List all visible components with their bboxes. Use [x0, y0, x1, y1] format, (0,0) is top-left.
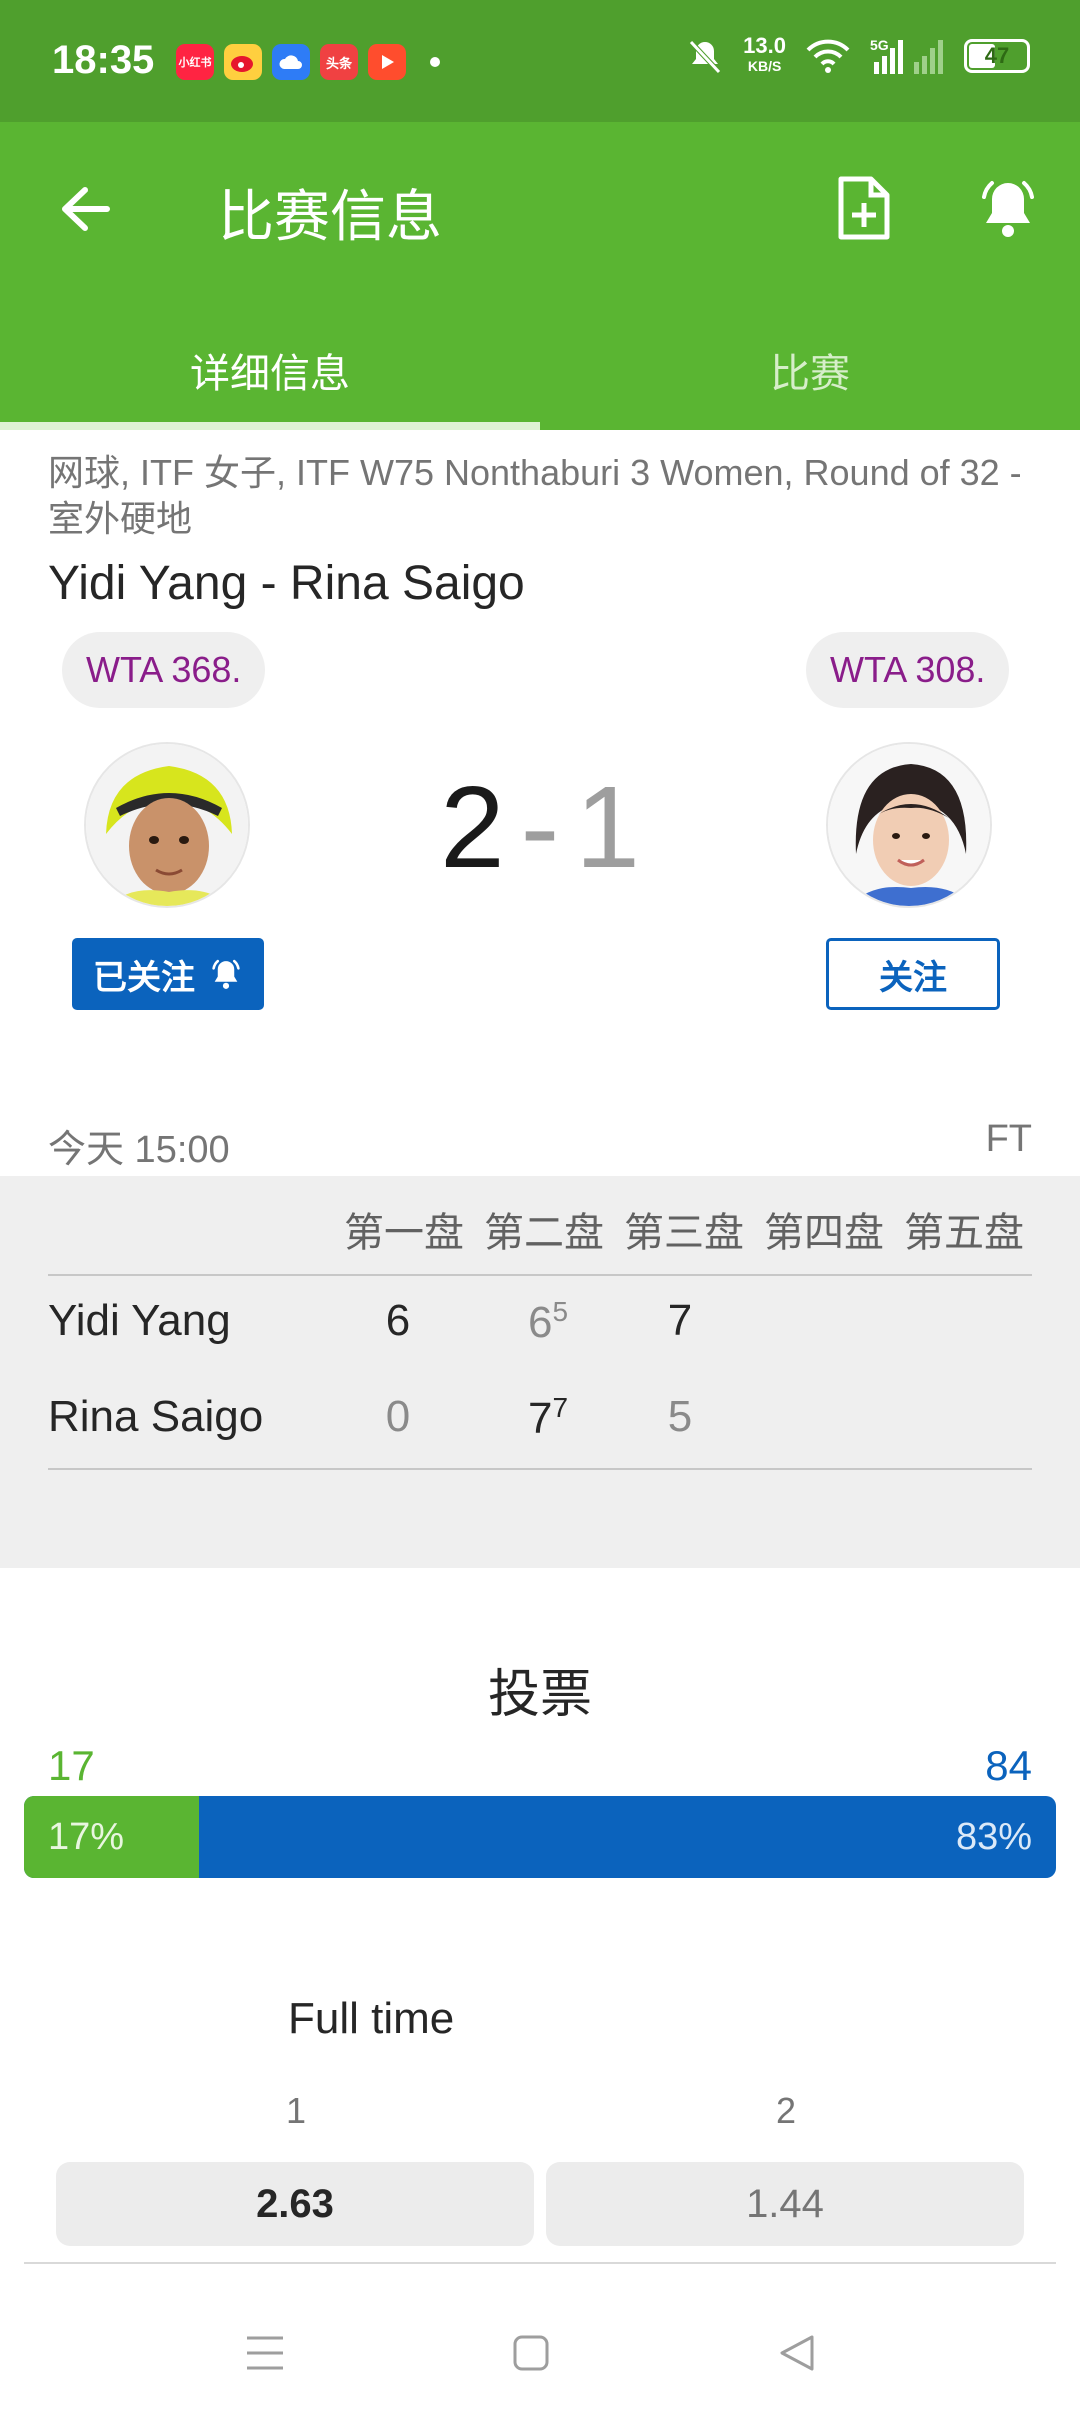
vote-count-player2: 84 [985, 1742, 1032, 1789]
player2-avatar[interactable] [826, 742, 992, 908]
file-add-icon [838, 176, 890, 240]
wifi-icon [806, 39, 850, 73]
mute-icon [689, 40, 721, 74]
vote-bar[interactable]: 17% 83% [24, 1796, 1056, 1878]
xiaohongshu-icon: 小红书 [176, 44, 214, 80]
bell-ring-icon [982, 181, 1034, 237]
score-home: 2 [440, 762, 505, 892]
player2-rank[interactable]: WTA 308. [806, 632, 1010, 708]
tab-match[interactable]: 比赛 [540, 312, 1080, 428]
match-score: 2-1 [380, 760, 700, 894]
p1-set2: 65 [527, 1296, 569, 1347]
odds-label-home: 1 [285, 2090, 307, 2131]
system-icons: 13.0 KB/S 5G 47 [685, 33, 1030, 76]
app-bar: 比赛信息 详细信息 比赛 [0, 122, 1080, 430]
back-nav-button[interactable] [762, 2320, 832, 2386]
tab-indicator [0, 422, 540, 430]
vote-bar-player2[interactable]: 83% [199, 1796, 1056, 1878]
odds-title: Full time [288, 1994, 455, 2043]
set-header: 第一盘 [344, 1211, 464, 1255]
add-to-calendar-button[interactable] [828, 170, 898, 246]
arrow-back-icon [62, 187, 110, 231]
back-triangle-icon [780, 2335, 814, 2371]
divider [24, 2262, 1056, 2264]
status-bar: 18:35 小红书 头条 13.0 KB/S 5G 47 [0, 0, 1080, 122]
set-header: 第二盘 [484, 1211, 604, 1255]
net-speed: 13.0 KB/S [743, 33, 786, 75]
p1-set3: 7 [667, 1296, 693, 1345]
menu-nav-button[interactable] [230, 2320, 300, 2386]
notification-bell-button[interactable] [972, 170, 1044, 246]
divider [48, 1274, 1032, 1276]
vote-bar-player1[interactable]: 17% [24, 1796, 200, 1878]
tournament-info: 网球, ITF 女子, ITF W75 Nonthaburi 3 Women, … [48, 452, 1022, 539]
set-header: 第四盘 [764, 1211, 884, 1255]
page-title: 比赛信息 [218, 185, 442, 248]
score-separator: - [520, 762, 560, 892]
p2-set2-tiebreak: 7 [552, 1392, 569, 1423]
system-nav-bar [0, 2290, 1080, 2414]
p1-set1: 6 [385, 1296, 411, 1345]
odds-away-button[interactable]: 1.44 [546, 2162, 1024, 2246]
match-title: Yidi Yang - Rina Saigo [48, 557, 525, 610]
more-notifications-dot [430, 57, 440, 67]
row-player2-name: Rina Saigo [48, 1392, 264, 1441]
tab-details[interactable]: 详细信息 [0, 312, 540, 428]
svg-text:5G: 5G [870, 37, 889, 53]
bell-ring-icon [212, 959, 240, 989]
follow-player2-button[interactable]: 关注 [826, 938, 1000, 1010]
toutiao-icon: 头条 [320, 44, 358, 80]
notification-icons: 小红书 头条 [176, 44, 440, 80]
back-button[interactable] [50, 174, 120, 244]
menu-icon [247, 2336, 283, 2370]
p2-set2: 77 [527, 1392, 569, 1443]
p1-set2-tiebreak: 5 [552, 1296, 569, 1327]
follow-player1-button[interactable]: 已关注 [72, 938, 264, 1010]
p2-set1: 0 [385, 1392, 411, 1441]
set-header: 第五盘 [904, 1211, 1024, 1255]
match-time: 今天 15:00 [48, 1129, 230, 1171]
set-headers: 第一盘 第二盘 第三盘 第四盘 第五盘 [334, 1200, 1034, 1258]
match-status: FT [985, 1118, 1032, 1160]
weibo-icon [224, 44, 262, 80]
player1-avatar[interactable] [84, 742, 250, 908]
row-player1-name: Yidi Yang [48, 1296, 231, 1345]
score-away: 1 [575, 762, 640, 892]
home-nav-button[interactable] [496, 2320, 566, 2386]
vote-count-player1: 17 [48, 1742, 95, 1789]
player1-rank[interactable]: WTA 368. [62, 632, 266, 708]
status-time: 18:35 [52, 38, 155, 82]
p2-set3: 5 [667, 1392, 693, 1441]
set-header: 第三盘 [624, 1211, 744, 1255]
divider [48, 1468, 1032, 1470]
cell-signal-icon: 5G [870, 37, 943, 74]
cloud-icon [272, 44, 310, 80]
odds-label-away: 2 [775, 2090, 797, 2131]
battery-icon: 47 [964, 39, 1030, 73]
home-square-icon [513, 2335, 549, 2371]
odds-home-button[interactable]: 2.63 [56, 2162, 534, 2246]
vote-title: 投票 [487, 1666, 592, 1724]
video-icon [368, 44, 406, 80]
